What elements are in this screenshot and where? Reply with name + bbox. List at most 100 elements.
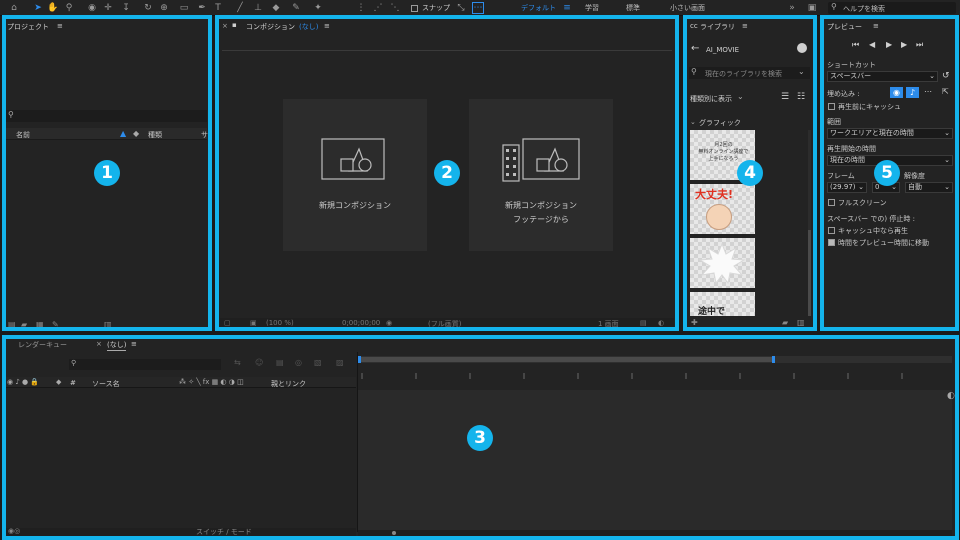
workspace-menu-icon[interactable]: ≡ [561, 2, 573, 14]
cache-before-checkbox[interactable] [828, 103, 835, 110]
shy-layers-icon[interactable]: ☺ [255, 358, 263, 367]
project-panel-title[interactable]: プロジェクト [7, 22, 49, 32]
library-view-by[interactable]: 種類別に表示 [690, 94, 732, 104]
clone-stamp-icon[interactable]: ⊥ [252, 2, 264, 14]
workspace-default[interactable]: デフォルト [521, 3, 556, 13]
new-composition-card[interactable]: 新規コンポジション [283, 99, 427, 251]
move-time-checkbox[interactable] [828, 239, 835, 246]
cache-play-checkbox[interactable] [828, 227, 835, 234]
fast-previews-icon[interactable]: ▤ [640, 319, 647, 327]
comp-flowchart-icon[interactable]: ⇆ [234, 358, 241, 367]
project-settings-icon[interactable]: ✎ [52, 320, 59, 329]
sort-icon[interactable]: ☰ [781, 92, 789, 102]
view-layout[interactable]: 1 画面 [598, 319, 619, 329]
pan-behind-icon[interactable]: ⊕ [158, 2, 170, 14]
timeline-search-input[interactable]: ⚲ [69, 359, 221, 370]
snap-option-icon[interactable]: ⤡ [455, 2, 467, 14]
column-type[interactable]: 種類 [148, 130, 162, 140]
collaborate-icon[interactable] [797, 43, 807, 53]
external-video-icon[interactable]: ⇱ [942, 87, 949, 96]
chevron-down-icon[interactable]: ⌄ [690, 118, 696, 126]
first-frame-icon[interactable]: ⏮ [852, 40, 859, 50]
library-graphic-thumb[interactable]: 途中で [690, 292, 755, 316]
frame-rate-dropdown[interactable]: (29.97) ⌄ [827, 182, 867, 193]
composition-panel-title[interactable]: コンポジション [246, 22, 295, 32]
reset-exposure-icon[interactable]: ◐ [658, 319, 664, 327]
new-composition-from-footage-card[interactable]: 新規コンポジション フッテージから [469, 99, 613, 251]
column-source-name[interactable]: ソース名 [92, 379, 120, 389]
back-arrow-icon[interactable]: ← [691, 43, 699, 54]
last-frame-icon[interactable]: ⏭ [916, 40, 923, 50]
shortcut-dropdown[interactable]: スペースバー ⌄ [827, 71, 938, 82]
workspace-small-screen[interactable]: 小さい画面 [670, 3, 705, 13]
zoom-slider-handle[interactable] [392, 531, 396, 535]
column-name[interactable]: 名前 [16, 130, 30, 140]
project-panel-menu-icon[interactable]: ≡ [57, 22, 63, 30]
composition-menu-icon[interactable]: ≡ [324, 22, 330, 30]
render-time-icon[interactable]: ◉◎ [8, 527, 20, 535]
library-scrollbar[interactable] [808, 130, 811, 316]
label-tag-icon[interactable]: ◆ [56, 378, 61, 386]
interpret-footage-icon[interactable]: ▤ [8, 320, 16, 329]
sort-ascending-icon[interactable]: ▲ [120, 129, 126, 138]
library-search-input[interactable]: ⚲ 現在のライブラリを検索 ⌄ [689, 67, 810, 79]
help-search-input[interactable]: ⚲ ヘルプを検索 [828, 2, 956, 14]
new-composition-icon[interactable]: ▦ [36, 320, 44, 329]
dolly-camera-icon[interactable]: ↧ [120, 2, 132, 14]
work-area-start-handle[interactable] [358, 356, 361, 363]
new-folder-icon[interactable]: ▰ [21, 320, 27, 329]
range-dropdown[interactable]: ワークエリアと現在の時間 ⌄ [827, 128, 953, 139]
motion-blur-icon[interactable]: ◎ [295, 358, 302, 367]
align-icon[interactable]: ⋮ [355, 2, 367, 14]
puppet-pin-icon[interactable]: ✦ [312, 2, 324, 14]
draft-3d-icon[interactable]: ▨ [336, 358, 344, 367]
pen-tool-icon[interactable]: ✒ [196, 2, 208, 14]
snap-edges-icon[interactable]: ⋯ [472, 2, 484, 14]
library-scroll-thumb[interactable] [808, 230, 811, 316]
resolution-value[interactable]: (フル画質) [428, 319, 461, 329]
workspace-learn[interactable]: 学習 [585, 3, 599, 13]
chevron-down-icon[interactable]: ⌄ [798, 67, 805, 76]
label-tag-icon[interactable]: ◆ [133, 129, 139, 138]
layer-switches-icons[interactable]: ⁂ ✧ ╲ fx ▦ ◐ ◑ ◫ [179, 378, 244, 386]
video-toggle-icon[interactable]: ◉ [890, 87, 903, 98]
roto-brush-icon[interactable]: ✎ [290, 2, 302, 14]
resolution-dropdown[interactable]: 自動 ⌄ [905, 182, 953, 193]
brush-tool-icon[interactable]: ╱ [234, 2, 246, 14]
more-workspaces-icon[interactable]: » [786, 2, 798, 14]
library-menu-icon[interactable]: ≡ [742, 22, 748, 30]
library-graphic-thumb[interactable]: 大丈夫! [690, 184, 755, 234]
render-queue-tab[interactable]: レンダーキュー [18, 340, 67, 350]
selection-tool-icon[interactable]: ➤ [32, 2, 44, 14]
work-area-range[interactable] [358, 357, 774, 362]
pan-camera-icon[interactable]: ✛ [102, 2, 114, 14]
timeline-track-area[interactable] [358, 390, 952, 530]
comp-button-icon[interactable]: ◐ [947, 391, 955, 401]
rectangle-tool-icon[interactable]: ▭ [178, 2, 190, 14]
work-area-bar[interactable] [358, 356, 952, 363]
close-tab-icon[interactable]: × [222, 22, 228, 30]
preview-panel-title[interactable]: プレビュー [827, 22, 862, 32]
close-tab-icon[interactable]: × [96, 340, 102, 348]
mask-visibility-icon[interactable]: ▣ [250, 319, 257, 327]
overlay-toggle-icon[interactable]: ⋯ [924, 87, 932, 96]
orbit-camera-icon[interactable]: ◉ [86, 2, 98, 14]
snap-checkbox[interactable] [411, 5, 418, 12]
zoom-tool-icon[interactable]: ⚲ [63, 2, 75, 14]
preview-menu-icon[interactable]: ≡ [873, 22, 879, 30]
list-view-icon[interactable]: ☷ [797, 92, 805, 102]
type-tool-icon[interactable]: T [212, 2, 224, 14]
library-panel-title[interactable]: ライブラリ [700, 22, 735, 32]
timeline-menu-icon[interactable]: ≡ [131, 340, 137, 348]
zoom-slider[interactable] [358, 530, 952, 536]
previous-frame-icon[interactable]: ◀ [869, 40, 875, 49]
time-ruler[interactable] [358, 367, 952, 389]
toggle-switches-modes[interactable]: スイッチ / モード [196, 527, 252, 537]
audio-toggle-icon[interactable]: ♪ [906, 87, 919, 98]
composition-name[interactable]: (なし) [299, 22, 318, 32]
timeline-comp-tab[interactable]: (なし) [107, 340, 127, 351]
library-folder-icon[interactable]: ▰ [782, 318, 788, 327]
graph-editor-icon[interactable]: ▧ [314, 358, 322, 367]
add-content-icon[interactable]: ✚ [691, 318, 698, 327]
play-icon[interactable]: ▶ [886, 40, 892, 49]
